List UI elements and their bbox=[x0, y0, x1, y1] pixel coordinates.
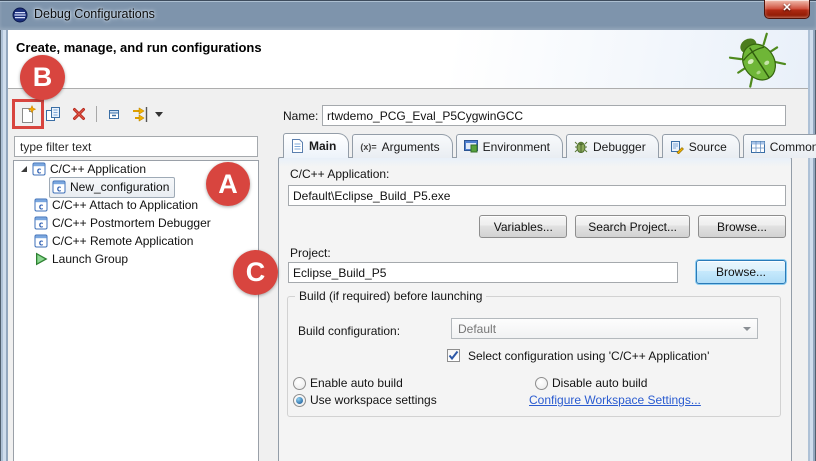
enable-auto-build-label: Enable auto build bbox=[310, 376, 403, 390]
use-workspace-settings-label: Use workspace settings bbox=[310, 393, 437, 407]
cpp-application-label: C/C++ Application: bbox=[290, 167, 390, 181]
eclipse-logo-icon bbox=[12, 7, 28, 23]
tree-item-label: New_configuration bbox=[70, 180, 170, 194]
tab-arguments[interactable]: (x)= Arguments bbox=[352, 134, 453, 158]
bug-illustration-icon bbox=[719, 21, 795, 97]
disable-auto-build-label: Disable auto build bbox=[552, 376, 648, 390]
disable-auto-build-radio[interactable] bbox=[535, 377, 548, 390]
window-frame-left bbox=[0, 30, 8, 461]
tab-label: Debugger bbox=[593, 139, 646, 154]
tree-item-label: C/C++ Application bbox=[50, 162, 147, 176]
select-configuration-checkbox[interactable] bbox=[447, 349, 460, 362]
environment-tab-icon bbox=[463, 140, 478, 153]
toolbar-separator bbox=[92, 101, 101, 127]
duplicate-icon bbox=[46, 107, 60, 121]
delete-configuration-button[interactable] bbox=[66, 101, 92, 127]
chevron-down-icon bbox=[155, 111, 163, 117]
banner-heading: Create, manage, and run configurations bbox=[16, 40, 262, 55]
use-workspace-settings-radio[interactable] bbox=[293, 394, 306, 407]
arguments-tab-icon: (x)= bbox=[360, 141, 377, 152]
c-application-icon: c bbox=[34, 234, 48, 248]
svg-text:c: c bbox=[38, 203, 43, 213]
c-application-icon: c bbox=[52, 180, 66, 194]
annotation-box-new-button bbox=[12, 99, 44, 129]
tab-source[interactable]: Source bbox=[661, 134, 740, 158]
window-frame-right bbox=[808, 30, 816, 461]
enable-auto-build-radio[interactable] bbox=[293, 377, 306, 390]
search-project-button[interactable]: Search Project... bbox=[575, 215, 690, 238]
window-title: Debug Configurations bbox=[34, 7, 155, 21]
tree-item-launch-group[interactable]: Launch Group bbox=[34, 250, 128, 268]
c-application-icon: c bbox=[34, 216, 48, 230]
tree-item-new-configuration[interactable]: c New_configuration bbox=[52, 178, 169, 196]
collapse-all-button[interactable] bbox=[101, 101, 127, 127]
svg-text:c: c bbox=[36, 167, 41, 177]
select-configuration-label: Select configuration using 'C/C++ Applic… bbox=[468, 349, 710, 363]
svg-text:c: c bbox=[38, 239, 43, 249]
build-group-title: Build (if required) before launching bbox=[295, 289, 487, 303]
name-label: Name: bbox=[283, 109, 319, 123]
tree-item-label: Launch Group bbox=[52, 252, 129, 266]
tab-label: Arguments bbox=[381, 139, 440, 154]
annotation-circle-b: B bbox=[20, 55, 65, 100]
cpp-application-input[interactable] bbox=[288, 185, 786, 206]
tree-item-remote-application[interactable]: c C/C++ Remote Application bbox=[34, 232, 193, 250]
application-buttons-row: Variables... Search Project... Browse... bbox=[288, 215, 786, 238]
titlebar[interactable]: Debug Configurations ✕ bbox=[0, 0, 816, 31]
filter-input[interactable] bbox=[14, 136, 258, 157]
common-tab-icon bbox=[750, 140, 765, 153]
main-tab-icon bbox=[292, 139, 303, 153]
filter-arrows-icon bbox=[132, 106, 147, 122]
build-options-group: Build (if required) before launching Bui… bbox=[287, 289, 781, 417]
delete-x-icon bbox=[73, 108, 85, 120]
tab-common[interactable]: Common bbox=[742, 134, 816, 158]
dialog-banner: Create, manage, and run configurations bbox=[8, 30, 808, 89]
tab-label: Source bbox=[688, 139, 727, 154]
filter-configurations-button[interactable] bbox=[127, 101, 153, 127]
debugger-tab-icon bbox=[574, 141, 588, 153]
c-application-icon: c bbox=[34, 198, 48, 212]
close-button[interactable]: ✕ bbox=[764, 0, 810, 19]
project-browse-button[interactable]: Browse... bbox=[696, 260, 786, 284]
app-browse-button[interactable]: Browse... bbox=[698, 215, 786, 238]
tab-main[interactable]: Main bbox=[283, 133, 350, 158]
project-input[interactable] bbox=[288, 262, 678, 283]
tab-environment[interactable]: Environment bbox=[455, 134, 564, 158]
chevron-down-icon bbox=[743, 327, 751, 331]
tab-label: Common bbox=[769, 139, 816, 154]
launch-group-icon bbox=[34, 252, 48, 266]
source-tab-icon bbox=[670, 140, 684, 154]
svg-text:c: c bbox=[56, 185, 61, 195]
tab-bar: Main (x)= Arguments Environment Debugger… bbox=[283, 133, 816, 158]
tab-debugger[interactable]: Debugger bbox=[566, 134, 659, 158]
build-configuration-label: Build configuration: bbox=[298, 324, 401, 338]
tree-item-postmortem-debugger[interactable]: c C/C++ Postmortem Debugger bbox=[34, 214, 211, 232]
build-configuration-select: Default bbox=[451, 318, 758, 339]
collapse-all-icon bbox=[109, 110, 119, 119]
tab-label: Main bbox=[309, 139, 337, 153]
toolbar-menu-dropdown[interactable] bbox=[153, 101, 165, 127]
checkmark-icon bbox=[448, 350, 459, 361]
tree-item-attach-to-application[interactable]: c C/C++ Attach to Application bbox=[34, 196, 198, 214]
annotation-circle-a: A bbox=[206, 162, 250, 206]
c-application-icon: c bbox=[32, 162, 46, 176]
tree-item-cpp-application[interactable]: c C/C++ Application bbox=[20, 160, 146, 178]
tree-item-label: C/C++ Remote Application bbox=[52, 234, 194, 248]
debug-configurations-dialog: Debug Configurations ✕ Create, manage, a… bbox=[0, 0, 816, 461]
project-label: Project: bbox=[290, 246, 331, 260]
build-configuration-value: Default bbox=[458, 321, 497, 336]
svg-text:c: c bbox=[38, 221, 43, 231]
variables-button[interactable]: Variables... bbox=[479, 215, 568, 238]
tab-label: Environment bbox=[482, 139, 551, 154]
tree-item-label: C/C++ Attach to Application bbox=[52, 198, 199, 212]
tree-item-label: C/C++ Postmortem Debugger bbox=[52, 216, 211, 230]
annotation-circle-c: C bbox=[233, 250, 278, 295]
configure-workspace-settings-link[interactable]: Configure Workspace Settings... bbox=[529, 393, 701, 407]
name-input[interactable] bbox=[322, 105, 786, 126]
expander-open-icon[interactable] bbox=[20, 165, 28, 173]
